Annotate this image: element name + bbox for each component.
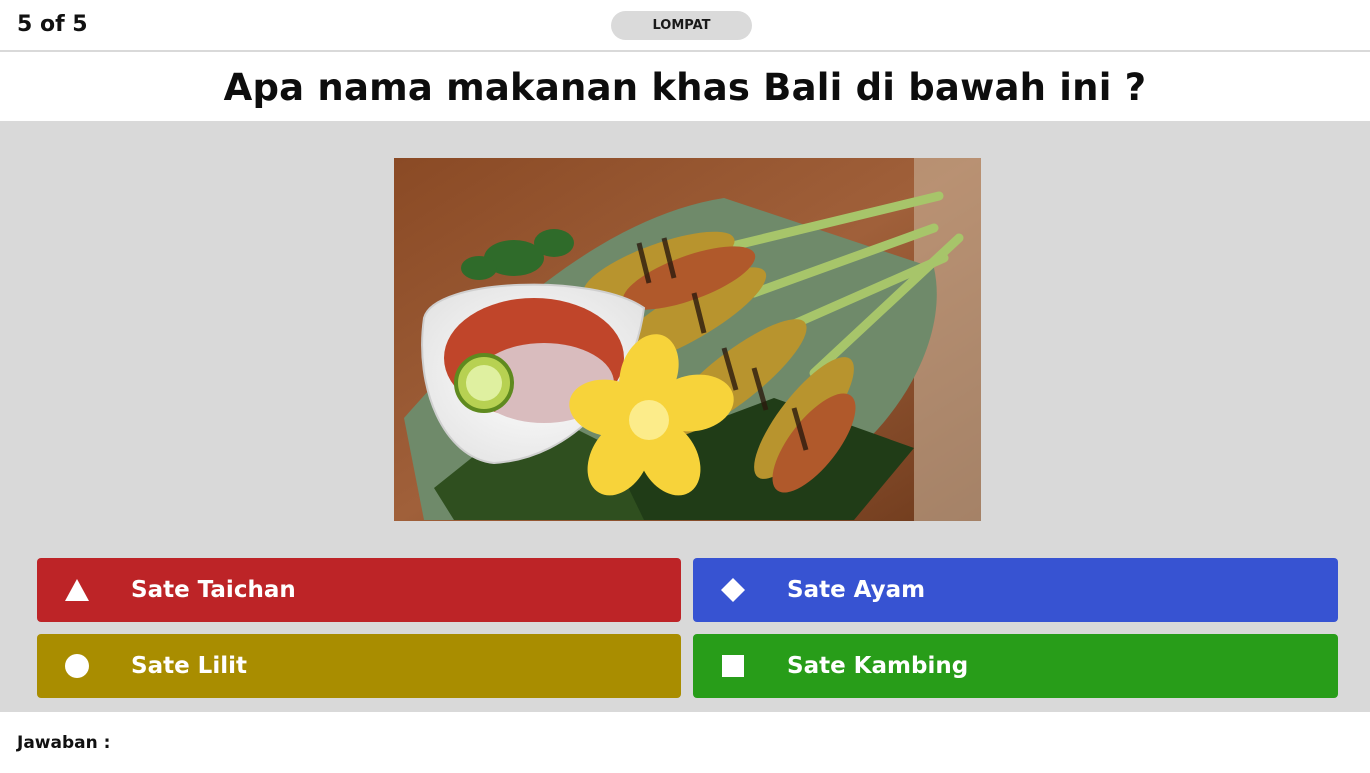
answer-option-sate-ayam[interactable]: Sate Ayam	[693, 558, 1338, 622]
question-image	[394, 158, 981, 521]
diamond-icon	[721, 578, 745, 602]
answer-option-sate-taichan[interactable]: Sate Taichan	[37, 558, 681, 622]
answer-label: Sate Lilit	[131, 653, 247, 679]
top-bar: 5 of 5 LOMPAT	[0, 0, 1370, 52]
answer-label: Sate Ayam	[787, 577, 926, 603]
square-icon	[721, 654, 745, 678]
answer-option-sate-kambing[interactable]: Sate Kambing	[693, 634, 1338, 698]
answer-option-sate-lilit[interactable]: Sate Lilit	[37, 634, 681, 698]
circle-icon	[65, 654, 89, 678]
question-header: Apa nama makanan khas Bali di bawah ini …	[0, 54, 1370, 121]
answer-label: Sate Kambing	[787, 653, 969, 679]
answer-result-label: Jawaban :	[17, 733, 111, 753]
skip-button[interactable]: LOMPAT	[611, 11, 752, 40]
triangle-icon	[65, 578, 89, 602]
answer-label: Sate Taichan	[131, 577, 296, 603]
question-text: Apa nama makanan khas Bali di bawah ini …	[223, 66, 1147, 109]
question-counter: 5 of 5	[17, 12, 88, 37]
quiz-stage: Sate Taichan Sate Ayam Sate Lilit Sate K…	[0, 121, 1370, 712]
answer-footer: Jawaban :	[0, 712, 1370, 773]
